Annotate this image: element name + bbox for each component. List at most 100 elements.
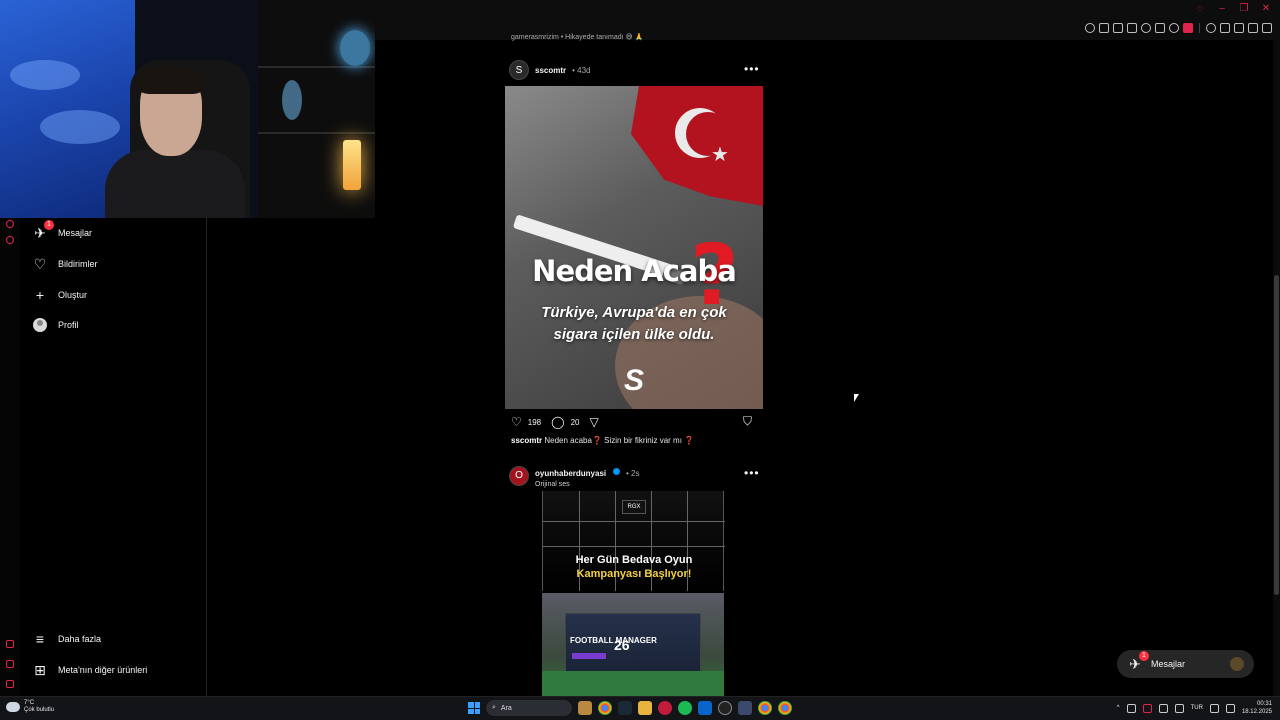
maximize-button[interactable]: ❐ <box>1238 3 1250 14</box>
sidebar-item-create[interactable]: + Oluştur <box>32 284 87 306</box>
rgx-logo: RGX <box>622 500 646 514</box>
download-icon[interactable] <box>1248 23 1258 33</box>
like-count: 198 <box>527 417 542 427</box>
mouse-cursor <box>854 394 859 402</box>
post-avatar[interactable]: O <box>509 465 529 486</box>
file-explorer-icon[interactable] <box>638 701 652 715</box>
post-header: S sscomtr • 43d <box>509 60 591 80</box>
post-image[interactable]: ★ ? Neden Acaba Türkiye, Avrupa'da en ço… <box>505 86 763 409</box>
sidebar-item-label: Bildirimler <box>58 259 98 269</box>
like-icon[interactable]: ♡ <box>511 415 522 429</box>
messages-pill[interactable]: ✈ 1 Mesajlar <box>1117 650 1254 678</box>
tray-opera-icon[interactable] <box>1142 703 1152 713</box>
previous-post-caption: gamerasmrizim • Hikayede tanımadı 😅 🙏 <box>511 34 644 41</box>
grid-icon: ⊞ <box>34 661 46 678</box>
sidebar-item-messages[interactable]: ✈ 1 Mesajlar <box>32 220 93 244</box>
sidebar-settings-icon[interactable] <box>6 680 14 688</box>
weather-desc: Çok bulutlu <box>24 707 55 713</box>
display-icon[interactable] <box>1174 703 1184 713</box>
screenshot-icon[interactable] <box>1113 23 1123 33</box>
window-controls: ◌ – ❐ ✕ <box>1194 3 1272 14</box>
menu-icon[interactable] <box>1262 23 1272 33</box>
post-username[interactable]: sscomtr <box>535 66 566 75</box>
messages-pill-label: Mesajlar <box>1151 659 1186 669</box>
network-icon[interactable] <box>1209 703 1219 713</box>
shield-icon[interactable] <box>1127 23 1137 33</box>
cloud-icon <box>6 702 20 712</box>
screen: ◌ – ❐ ✕ ✈ 1 Mesajlar ♡ Bildirimler + Olu… <box>0 0 1280 720</box>
clock-date: 18.12.2025 <box>1241 709 1272 715</box>
weather-temp: 7°C <box>24 700 35 706</box>
scrollbar[interactable] <box>1273 40 1280 696</box>
post-username[interactable]: oyunhaberdunyasi <box>535 469 606 478</box>
extensions-bar <box>1085 23 1272 33</box>
comment-count: 20 <box>570 417 580 427</box>
webcam-candle-light <box>343 140 361 190</box>
chrome-profile-icon[interactable] <box>758 701 772 715</box>
chat-icon[interactable] <box>1206 23 1216 33</box>
play-icon[interactable] <box>1155 23 1165 33</box>
windows-start-icon[interactable] <box>468 702 480 714</box>
post-image[interactable]: RGX Her Gün Bedava Oyun Kampanyası Başlı… <box>505 491 763 696</box>
history-icon[interactable] <box>6 640 14 648</box>
sidebar-item-notifications[interactable]: ♡ Bildirimler <box>32 253 98 275</box>
opera-icon[interactable] <box>1183 23 1193 33</box>
toolbar-divider <box>1199 23 1200 33</box>
sidebar-item-more[interactable]: ≡ Daha fazla <box>32 628 101 650</box>
steam-icon[interactable] <box>618 701 632 715</box>
zoom-icon[interactable] <box>1085 23 1095 33</box>
volume-icon[interactable] <box>1225 703 1235 713</box>
adblock-icon[interactable] <box>1141 23 1151 33</box>
close-button[interactable]: ✕ <box>1260 3 1272 14</box>
messages-badge: 1 <box>44 220 54 230</box>
post-time: • 2s <box>626 469 640 478</box>
post-more-button[interactable]: ••• <box>744 466 760 480</box>
post-audio[interactable]: Orijinal ses <box>535 481 640 488</box>
settings-app-icon[interactable] <box>738 701 752 715</box>
camera-icon[interactable] <box>1220 23 1230 33</box>
spotify-icon[interactable] <box>678 701 692 715</box>
caption-username[interactable]: sscomtr <box>511 436 542 445</box>
language-indicator[interactable]: TUR <box>1191 705 1203 711</box>
image-subline-2: sigara içilen ülke oldu. <box>553 326 715 343</box>
image-headline: Neden Acaba <box>532 254 737 288</box>
search-placeholder: Ara <box>500 704 512 712</box>
store-icon[interactable] <box>698 701 712 715</box>
microphone-icon[interactable] <box>1158 703 1168 713</box>
minimize-button[interactable]: – <box>1216 3 1228 14</box>
chevron-up-icon[interactable]: ^ <box>1117 705 1120 711</box>
webcam-overlay <box>0 0 375 218</box>
share-icon[interactable]: ▽ <box>589 415 598 429</box>
sidebar-item-label: Mesajlar <box>58 228 93 238</box>
chrome-icon[interactable] <box>598 701 612 715</box>
opera-gx-icon[interactable] <box>658 701 672 715</box>
obs-icon[interactable] <box>718 701 732 715</box>
clock[interactable]: 00:31 18.12.2025 <box>1242 700 1272 716</box>
chrome-profile-2-icon[interactable] <box>778 701 792 715</box>
more-icon[interactable] <box>6 660 14 668</box>
taskbar: 7°C Çok bulutlu ⌕ Ara ^ TUR 00:31 18.12.… <box>0 696 1280 720</box>
verified-badge-icon <box>612 468 620 476</box>
post-more-button[interactable]: ••• <box>744 62 760 76</box>
clock-time: 00:31 <box>1256 701 1272 707</box>
settings-icon[interactable] <box>6 236 14 244</box>
caption-text: Neden acaba❓ Sizin bir fikriniz var mı ❓ <box>544 436 695 445</box>
bookmark-icon[interactable]: ⛉ <box>743 414 752 429</box>
scrollbar-thumb[interactable] <box>1274 275 1279 595</box>
hamburger-icon: ≡ <box>35 631 45 647</box>
weather-widget[interactable]: 7°C Çok bulutlu <box>6 700 54 714</box>
pin-icon[interactable] <box>1099 23 1109 33</box>
instagram-icon[interactable] <box>6 220 14 228</box>
search-icon: ⌕ <box>492 704 496 711</box>
profile-icon[interactable]: ◌ <box>1194 3 1206 14</box>
sidebar-item-profile[interactable]: Profil <box>32 314 79 336</box>
heart-icon[interactable] <box>1169 23 1179 33</box>
sidebar-item-meta-products[interactable]: ⊞ Meta'nın diğer ürünleri <box>32 659 147 681</box>
tray-app-icon[interactable] <box>1126 703 1136 713</box>
wallet-icon[interactable] <box>1234 23 1244 33</box>
taskbar-search[interactable]: ⌕ Ara <box>486 700 572 716</box>
comment-icon[interactable]: ◯ <box>551 415 564 429</box>
system-tray: ^ TUR 00:31 18.12.2025 <box>1117 700 1272 716</box>
widgets-icon[interactable] <box>578 701 592 715</box>
post-avatar[interactable]: S <box>509 60 529 80</box>
